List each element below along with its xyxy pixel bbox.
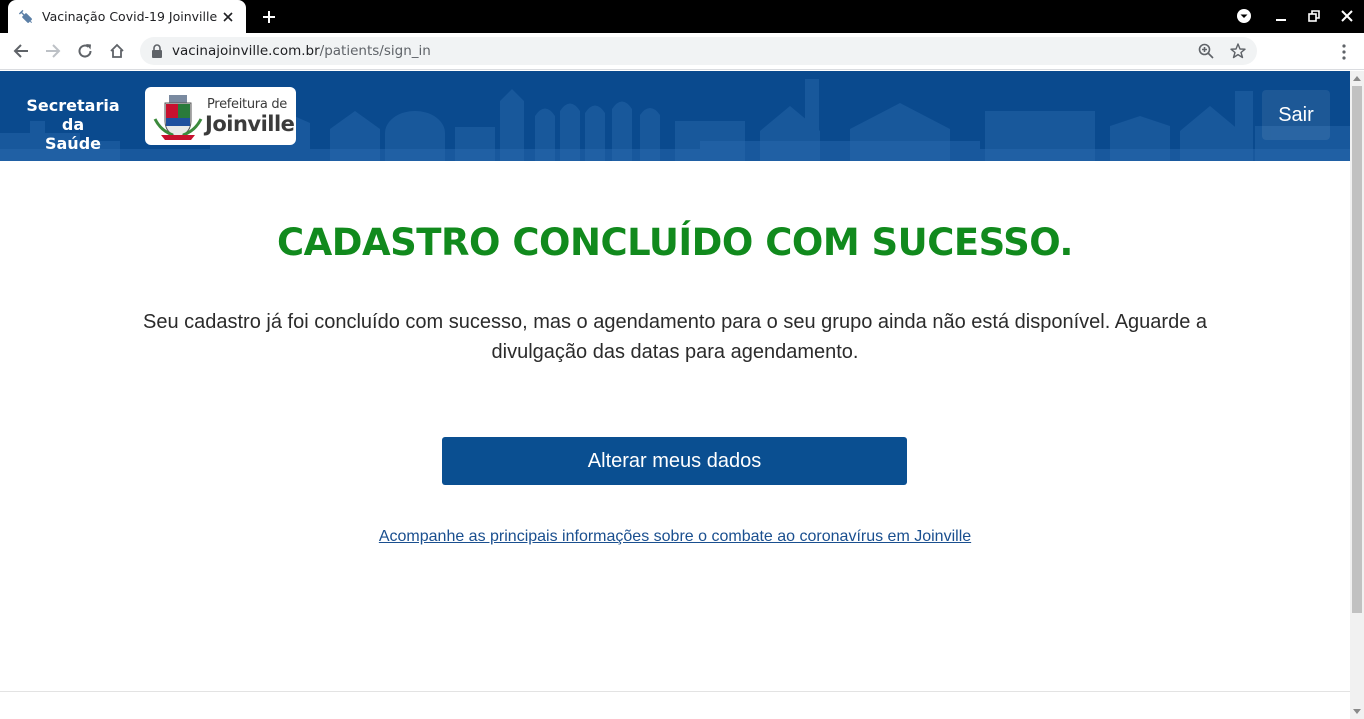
back-arrow-icon[interactable] (8, 38, 34, 64)
scroll-down-icon[interactable] (1353, 707, 1361, 715)
home-icon[interactable] (104, 38, 130, 64)
zoom-icon[interactable] (1197, 42, 1215, 60)
lock-icon (151, 44, 163, 58)
restore-icon[interactable] (1303, 6, 1325, 26)
coronavirus-info-link[interactable]: Acompanhe as principais informações sobr… (0, 528, 1350, 546)
minimize-icon[interactable] (1270, 6, 1292, 26)
page-viewport: Secretaria da Saúde Prefeitura de Joinvi… (0, 71, 1364, 719)
scrollbar-thumb[interactable] (1352, 86, 1362, 613)
success-title: CADASTRO CONCLUÍDO COM SUCESSO. (277, 221, 1073, 264)
tab-search-icon[interactable] (1233, 6, 1255, 26)
url-text: vacinajoinville.com.br/patients/sign_in (172, 43, 431, 59)
close-icon[interactable] (220, 9, 236, 25)
close-window-icon[interactable] (1336, 6, 1358, 26)
browser-tab[interactable]: Vacinação Covid-19 Joinville (8, 0, 246, 33)
joinville-label: Joinville (205, 112, 295, 136)
address-bar[interactable]: vacinajoinville.com.br/patients/sign_in (140, 37, 1257, 65)
new-tab-button[interactable] (256, 4, 282, 30)
forward-arrow-icon[interactable] (40, 38, 66, 64)
kebab-menu-icon[interactable] (1334, 41, 1354, 63)
prefeitura-logo[interactable]: Prefeitura de Joinville (145, 87, 296, 145)
url-host: vacinajoinville.com.br (172, 43, 320, 59)
city-crest-icon (153, 95, 203, 140)
site-header: Secretaria da Saúde Prefeitura de Joinvi… (0, 71, 1350, 161)
browser-toolbar: vacinajoinville.com.br/patients/sign_in (0, 33, 1364, 70)
browser-tab-bar: Vacinação Covid-19 Joinville (0, 0, 1364, 33)
star-icon[interactable] (1229, 42, 1247, 60)
secretaria-line1: Secretaria da (26, 96, 120, 134)
logout-button[interactable]: Sair (1262, 90, 1330, 140)
url-path: /patients/sign_in (319, 43, 431, 59)
syringe-icon (18, 9, 34, 25)
prefeitura-label: Prefeitura de (207, 97, 287, 112)
page: Secretaria da Saúde Prefeitura de Joinvi… (0, 71, 1350, 719)
footer-divider (0, 691, 1350, 692)
scroll-up-icon[interactable] (1353, 75, 1361, 83)
secretaria-line2: Saúde (44, 134, 101, 153)
edit-data-button[interactable]: Alterar meus dados (442, 437, 907, 485)
vertical-scrollbar[interactable] (1350, 71, 1364, 719)
success-message: Seu cadastro já foi concluído com sucess… (142, 311, 1208, 363)
reload-icon[interactable] (72, 38, 98, 64)
tab-title: Vacinação Covid-19 Joinville (42, 9, 218, 24)
secretaria-saude-logo[interactable]: Secretaria da Saúde (18, 96, 128, 153)
